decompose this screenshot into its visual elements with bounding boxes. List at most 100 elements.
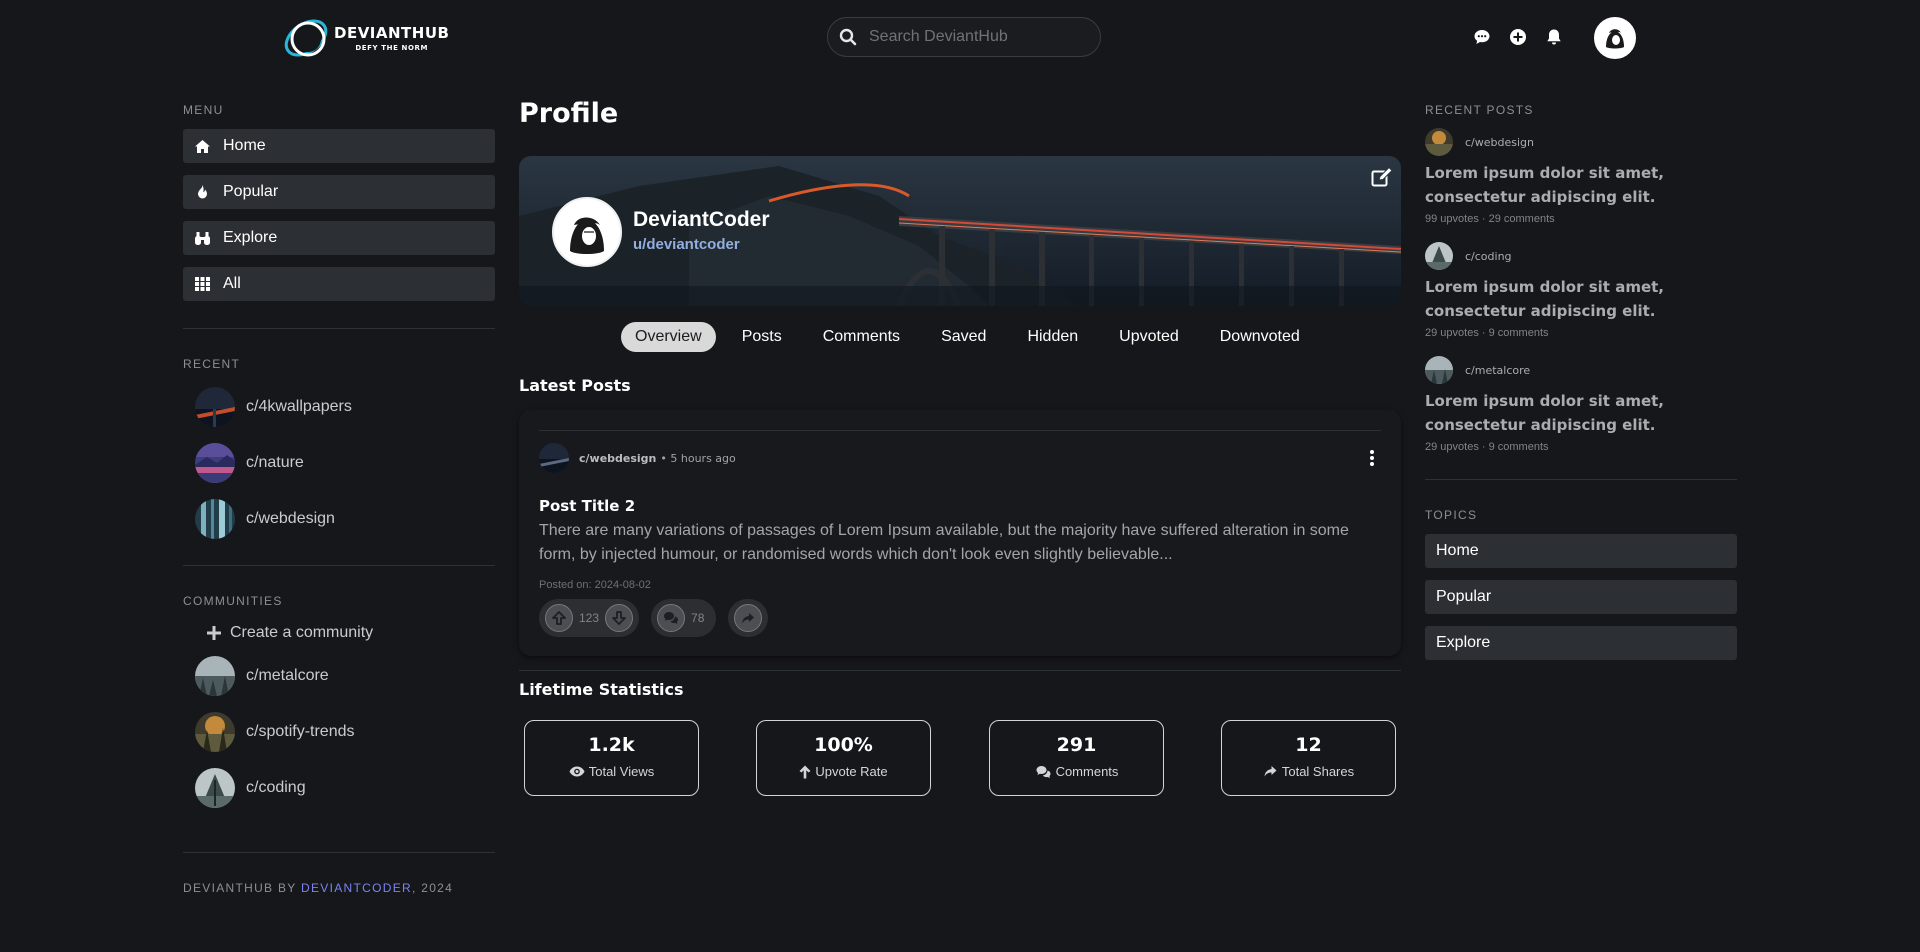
comments-button[interactable] bbox=[657, 604, 686, 632]
chat-icon[interactable] bbox=[1473, 28, 1491, 46]
create-community-button[interactable]: Create a community bbox=[207, 618, 495, 648]
community-item-label: c/metalcore bbox=[246, 667, 329, 684]
menu-item-label: All bbox=[223, 275, 241, 292]
topics-title: TOPICS bbox=[1425, 508, 1478, 522]
post-title[interactable]: Post Title 2 bbox=[539, 497, 635, 515]
topic-explore[interactable]: Explore bbox=[1425, 626, 1737, 660]
comments-pill[interactable]: 78 bbox=[651, 599, 717, 637]
post-time: • 5 hours ago bbox=[660, 451, 736, 465]
tab-comments[interactable]: Comments bbox=[809, 322, 914, 352]
footer-author-link[interactable]: DEVIANTCODER bbox=[301, 881, 412, 895]
left-sidebar: MENU Home Popular Explore All RECENT c/4… bbox=[183, 74, 495, 895]
community-avatar bbox=[195, 387, 235, 427]
more-options-icon[interactable] bbox=[1369, 449, 1375, 467]
brand-logo[interactable]: DEVIANTHUB DEFY THE NORM bbox=[278, 8, 458, 68]
profile-banner: DeviantCoder u/deviantcoder bbox=[519, 156, 1401, 306]
stat-label: Upvote Rate bbox=[815, 764, 888, 779]
tab-upvoted[interactable]: Upvoted bbox=[1105, 322, 1193, 352]
recent-item-4kwallpapers[interactable]: c/4kwallpapers bbox=[195, 385, 495, 429]
page-title: Profile bbox=[519, 98, 619, 129]
share-pill[interactable] bbox=[728, 599, 769, 637]
community-avatar bbox=[195, 656, 235, 696]
stat-value: 1.2k bbox=[588, 734, 635, 756]
post-community[interactable]: c/webdesign bbox=[579, 452, 656, 465]
recent-item-webdesign[interactable]: c/webdesign bbox=[195, 497, 495, 541]
brand-name: DEVIANTHUB bbox=[334, 24, 450, 42]
stat-value: 291 bbox=[1056, 734, 1097, 756]
recent-post-community: c/coding bbox=[1465, 249, 1512, 263]
share-icon bbox=[1264, 766, 1277, 777]
recent-post-title: Lorem ipsum dolor sit amet, consectetur … bbox=[1425, 278, 1664, 320]
downvote-button[interactable] bbox=[605, 604, 634, 632]
post-body: There are many variations of passages of… bbox=[539, 522, 1349, 563]
comments-icon bbox=[664, 612, 679, 624]
post-actions: 123 78 bbox=[539, 599, 780, 637]
community-avatar bbox=[195, 499, 235, 539]
vote-count: 123 bbox=[579, 611, 600, 625]
recent-post-title: Lorem ipsum dolor sit amet, consectetur … bbox=[1425, 164, 1664, 206]
top-header: DEVIANTHUB DEFY THE NORM bbox=[0, 0, 1920, 74]
search-bar[interactable] bbox=[827, 17, 1101, 57]
lifetime-statistics-title: Lifetime Statistics bbox=[519, 680, 684, 699]
vote-pill: 123 bbox=[539, 599, 640, 637]
search-icon bbox=[839, 28, 857, 46]
footer-prefix: DEVIANTHUB BY bbox=[183, 881, 297, 895]
community-avatar bbox=[539, 443, 569, 473]
recent-post-stats: 29 upvotes · 9 comments bbox=[1425, 327, 1549, 339]
community-item-coding[interactable]: c/coding bbox=[195, 766, 495, 810]
menu-item-label: Home bbox=[223, 137, 266, 154]
comments-icon bbox=[1036, 765, 1051, 778]
brand-tagline: DEFY THE NORM bbox=[355, 44, 429, 52]
menu-item-explore[interactable]: Explore bbox=[183, 221, 495, 255]
divider bbox=[183, 565, 495, 566]
stat-total-shares: 12 Total Shares bbox=[1221, 720, 1396, 796]
recent-post-stats: 29 upvotes · 9 comments bbox=[1425, 441, 1549, 453]
topic-popular[interactable]: Popular bbox=[1425, 580, 1737, 614]
stat-label: Comments bbox=[1055, 764, 1119, 779]
profile-display-name: DeviantCoder bbox=[633, 208, 770, 231]
menu-item-popular[interactable]: Popular bbox=[183, 175, 495, 209]
recent-post-item[interactable]: c/coding Lorem ipsum dolor sit amet, con… bbox=[1425, 241, 1737, 339]
recent-post-item[interactable]: c/webdesign Lorem ipsum dolor sit amet, … bbox=[1425, 127, 1737, 225]
upvote-button[interactable] bbox=[545, 604, 573, 632]
community-avatar bbox=[195, 443, 235, 483]
search-input[interactable] bbox=[869, 28, 1089, 46]
recent-post-item[interactable]: c/metalcore Lorem ipsum dolor sit amet, … bbox=[1425, 355, 1737, 453]
footer-year: , 2024 bbox=[411, 881, 454, 895]
user-avatar[interactable] bbox=[1594, 17, 1636, 59]
tab-saved[interactable]: Saved bbox=[927, 322, 1000, 352]
menu-item-home[interactable]: Home bbox=[183, 129, 495, 163]
post-date: Posted on: 2024-08-02 bbox=[539, 579, 651, 591]
fire-icon bbox=[193, 183, 211, 201]
community-avatar bbox=[1425, 242, 1453, 270]
bell-icon[interactable] bbox=[1545, 28, 1563, 46]
community-item-metalcore[interactable]: c/metalcore bbox=[195, 654, 495, 698]
profile-username: u/deviantcoder bbox=[633, 236, 740, 253]
menu-item-all[interactable]: All bbox=[183, 267, 495, 301]
right-sidebar: RECENT POSTS c/webdesign Lorem ipsum dol… bbox=[1425, 74, 1737, 660]
post-content: c/webdesign • 5 hours ago Post Title 2 T… bbox=[539, 430, 1381, 637]
menu-title: MENU bbox=[183, 103, 224, 117]
share-button[interactable] bbox=[734, 604, 763, 632]
tab-overview[interactable]: Overview bbox=[621, 322, 716, 352]
edit-icon[interactable] bbox=[1371, 167, 1393, 187]
post-card[interactable]: c/webdesign • 5 hours ago Post Title 2 T… bbox=[519, 410, 1401, 656]
topic-home[interactable]: Home bbox=[1425, 534, 1737, 568]
plus-circle-icon[interactable] bbox=[1509, 28, 1527, 46]
menu-item-label: Popular bbox=[223, 183, 279, 200]
recent-item-label: c/nature bbox=[246, 454, 304, 471]
profile-avatar[interactable] bbox=[552, 197, 622, 267]
recent-item-nature[interactable]: c/nature bbox=[195, 441, 495, 485]
tab-posts[interactable]: Posts bbox=[728, 322, 796, 352]
grid-icon bbox=[193, 275, 211, 293]
community-avatar bbox=[1425, 356, 1453, 384]
share-icon bbox=[742, 612, 755, 623]
recent-post-community: c/metalcore bbox=[1465, 363, 1531, 377]
tab-hidden[interactable]: Hidden bbox=[1013, 322, 1092, 352]
stat-total-views: 1.2k Total Views bbox=[524, 720, 699, 796]
tab-downvoted[interactable]: Downvoted bbox=[1206, 322, 1314, 352]
binoculars-icon bbox=[193, 229, 211, 247]
arrow-down-icon bbox=[612, 611, 626, 625]
community-item-spotify-trends[interactable]: c/spotify-trends bbox=[195, 710, 495, 754]
stat-label: Total Shares bbox=[1281, 764, 1355, 779]
